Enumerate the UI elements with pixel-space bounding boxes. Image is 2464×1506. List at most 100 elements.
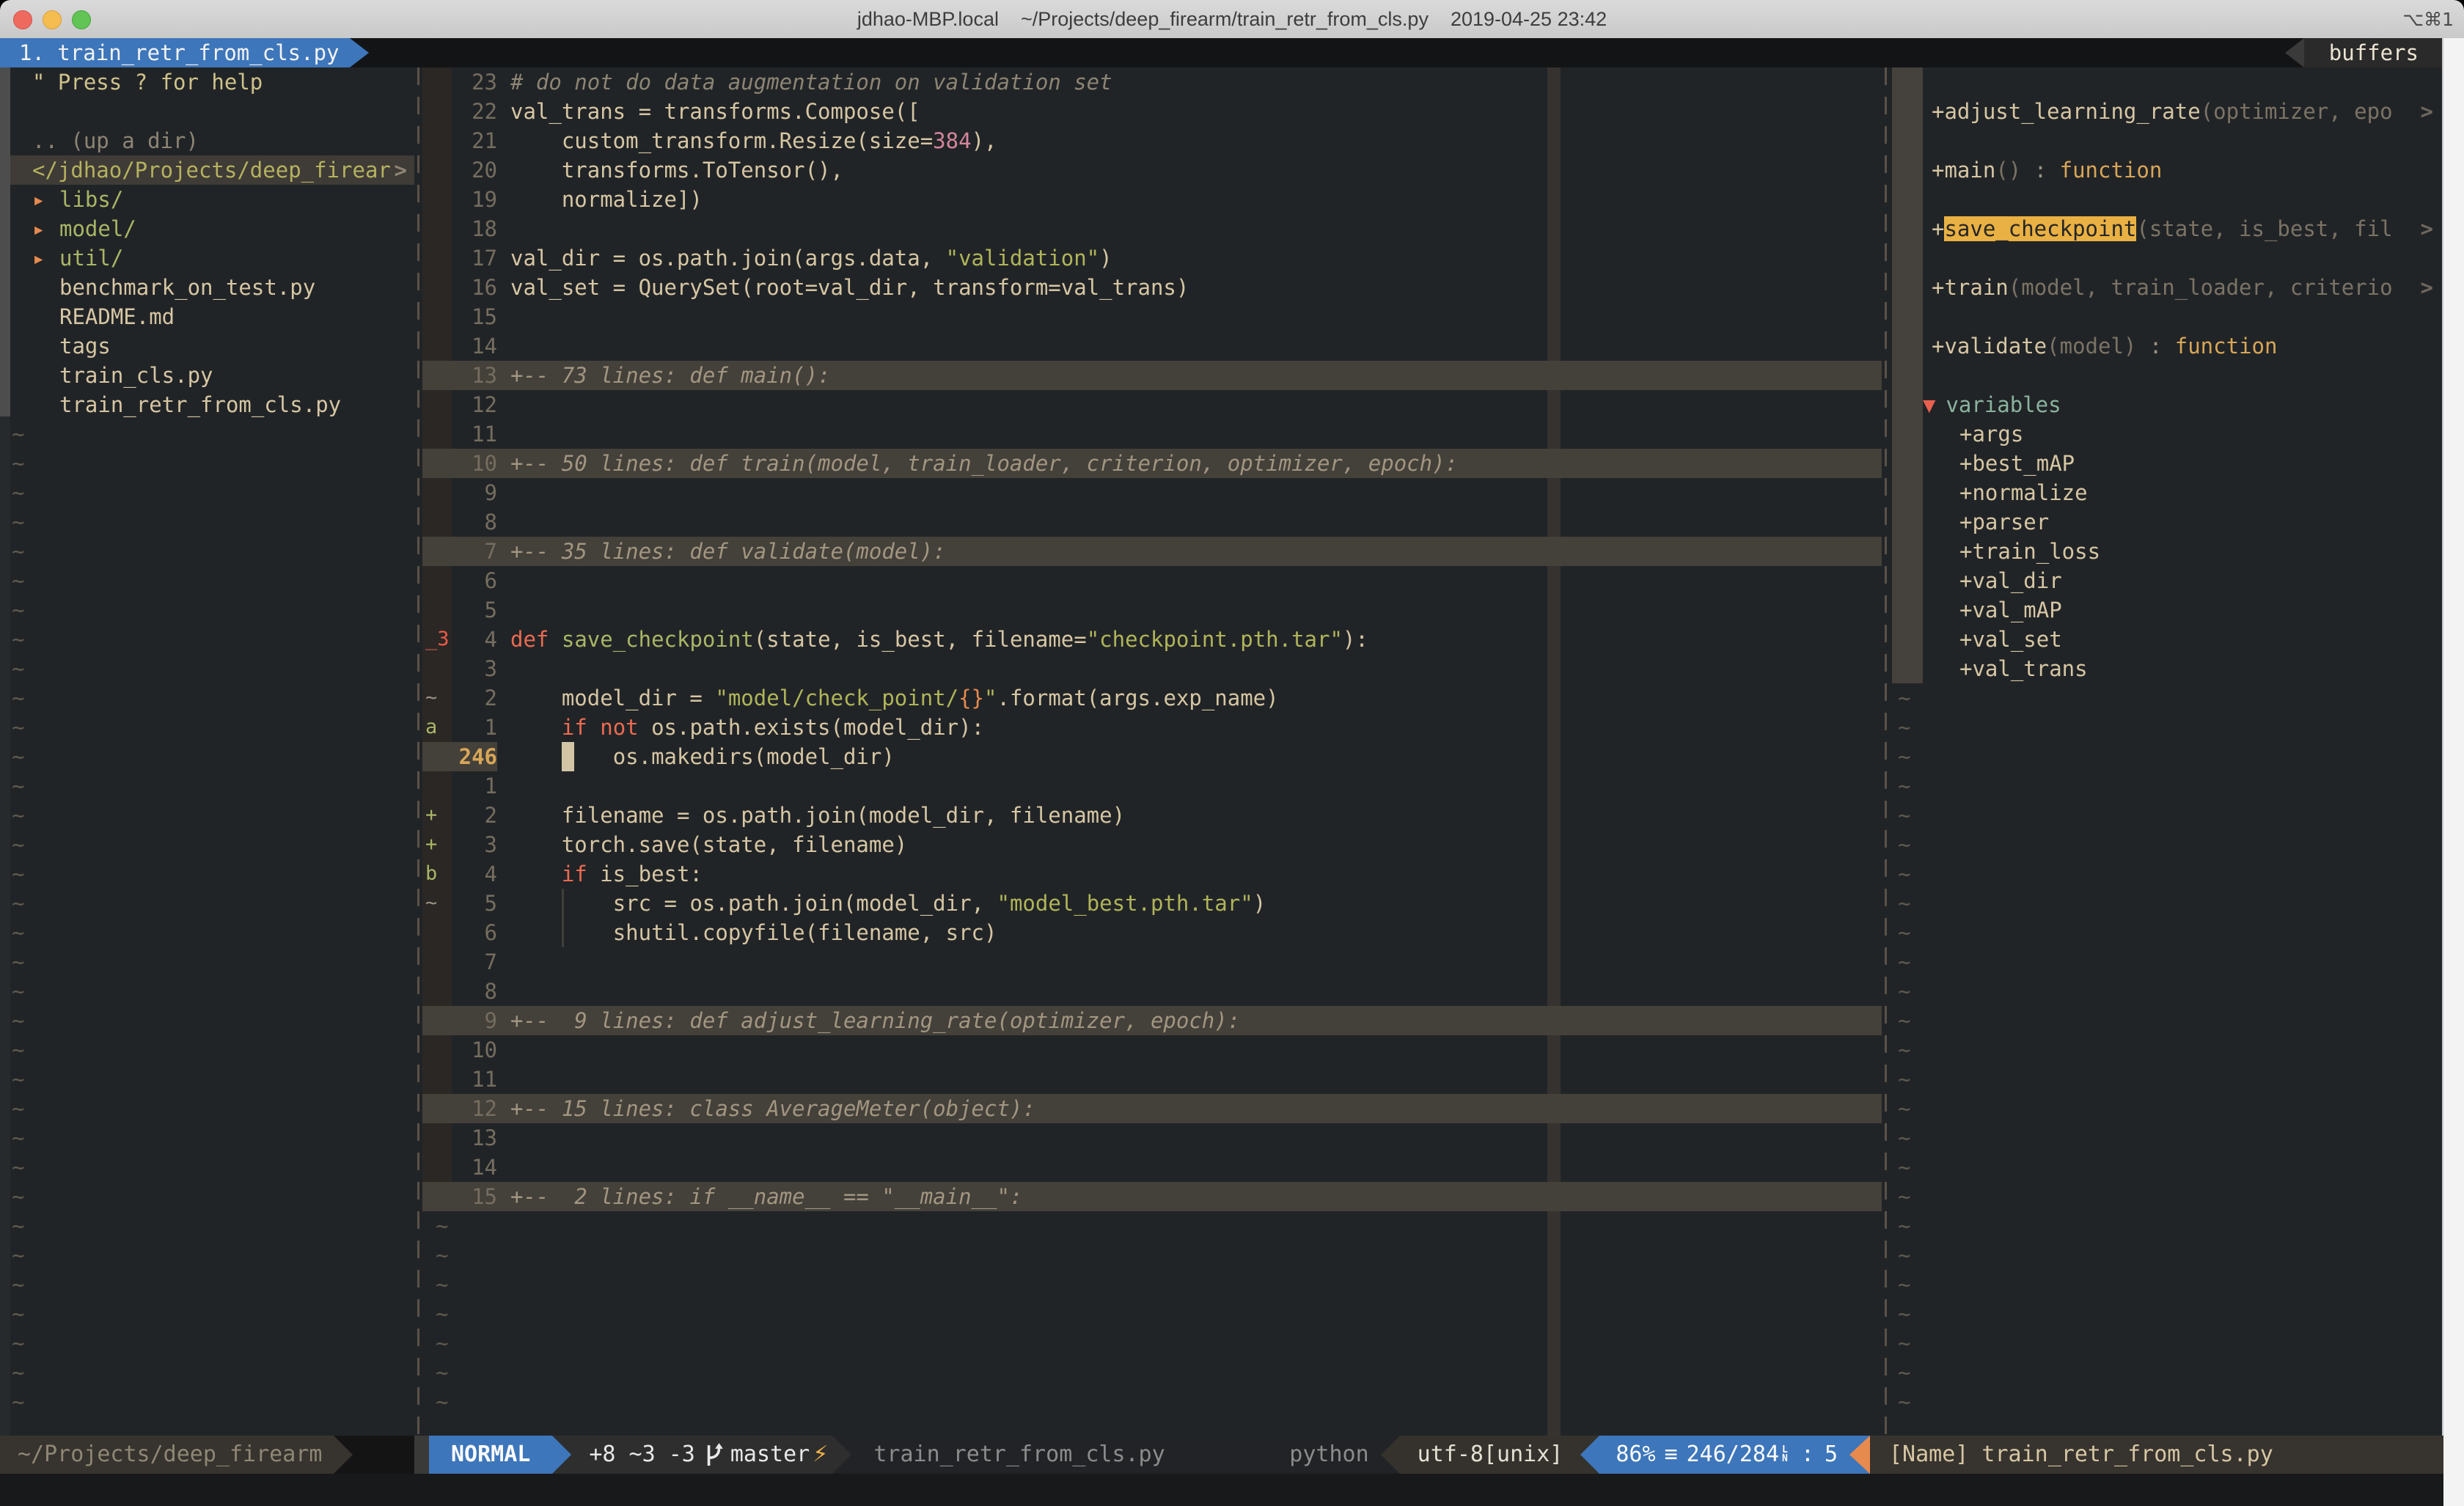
variable-name: +normalize (1959, 480, 2088, 505)
code-line[interactable]: 3 (422, 654, 1882, 683)
code-line[interactable]: ~2 model_dir = "model/check_point/{}".fo… (422, 683, 1882, 713)
empty-line-tilde: ~ (422, 1299, 1882, 1329)
code-line[interactable]: 10 (422, 1035, 1882, 1065)
tag-fold-prefix: + (1932, 275, 1944, 300)
tagbar-variable[interactable]: +args (1890, 419, 2443, 449)
tree-item-label: " Press ? for help (32, 70, 263, 95)
code-line[interactable]: b4 if is_best: (422, 859, 1882, 889)
window-separator-right[interactable] (1882, 67, 1890, 1436)
code-line[interactable]: 12 (422, 390, 1882, 419)
tree-item-label: train_retr_from_cls.py (59, 392, 341, 417)
code-line[interactable]: _34def save_checkpoint(state, is_best, f… (422, 625, 1882, 654)
tagbar-variable[interactable]: +best_mAP (1890, 449, 2443, 478)
tagbar-variable[interactable]: +train_loss (1890, 537, 2443, 566)
tree-item-file[interactable]: train_cls.py (0, 361, 414, 390)
command-line[interactable] (0, 1474, 2443, 1506)
empty-line-tilde: ~ (0, 419, 414, 449)
tree-item-dir[interactable]: ▸model/ (0, 214, 414, 243)
code-line[interactable]: ~5 src = os.path.join(model_dir, "model_… (422, 889, 1882, 918)
code-fold-line[interactable]: 13+-- 73 lines: def main(): (422, 361, 1882, 390)
filetype-indicator: python (1289, 1436, 1380, 1474)
left-scrollbar-trough[interactable] (0, 416, 10, 1436)
code-line[interactable]: 8 (422, 507, 1882, 537)
code-line[interactable]: 21 custom_transform.Resize(size=384), (422, 126, 1882, 155)
code-line[interactable]: 11 (422, 419, 1882, 449)
code-line[interactable]: 19 normalize]) (422, 185, 1882, 214)
code-line[interactable]: 5 (422, 595, 1882, 625)
code-line[interactable]: +3 torch.save(state, filename) (422, 830, 1882, 859)
tagbar-tag-validate[interactable]: +validate(model) : function (1890, 331, 2443, 361)
code-line[interactable]: a1 if not os.path.exists(model_dir): (422, 713, 1882, 742)
line-number: 22 (452, 97, 497, 126)
tagbar-variable[interactable]: +normalize (1890, 478, 2443, 507)
code-fold-line[interactable]: 12+-- 15 lines: class AverageMeter(objec… (422, 1094, 1882, 1123)
tagbar-variable[interactable]: +val_set (1890, 625, 2443, 654)
code-fold-line[interactable]: 15+-- 2 lines: if __name__ == "__main__"… (422, 1182, 1882, 1211)
tagbar-variable[interactable]: +val_trans (1890, 654, 2443, 683)
empty-line-tilde: ~ (1890, 801, 2443, 830)
empty-line-tilde: ~ (0, 449, 414, 478)
code-line[interactable]: 23# do not do data augmentation on valid… (422, 67, 1882, 97)
tree-item-file[interactable]: tags (0, 331, 414, 361)
code-line[interactable]: 15 (422, 302, 1882, 331)
left-scrollbar-thumb[interactable] (0, 67, 10, 416)
code-fold-line[interactable]: 9+-- 9 lines: def adjust_learning_rate(o… (422, 1006, 1882, 1035)
sign-column-cell (422, 1006, 452, 1035)
gutter-sign: ~ (422, 683, 452, 713)
tree-item-file[interactable]: train_retr_from_cls.py (0, 390, 414, 419)
sign-column-cell (422, 126, 452, 155)
tagbar-tag-save_checkpoint[interactable]: +save_checkpoint(state, is_best, fil> (1890, 214, 2443, 243)
empty-line-tilde: ~ (1890, 889, 2443, 918)
tree-item-dim[interactable]: .. (up a dir) (0, 126, 414, 155)
tree-item-file[interactable]: benchmark_on_test.py (0, 273, 414, 302)
tree-item-dir[interactable]: ▸util/ (0, 243, 414, 273)
tab-train-retr-from-cls[interactable]: 1. train_retr_from_cls.py (0, 38, 350, 67)
code-line[interactable]: 8 (422, 977, 1882, 1006)
powerline-arrow-icon (552, 1436, 571, 1474)
tagbar-tag-main[interactable]: +main() : function (1890, 155, 2443, 185)
tree-item-dir[interactable]: ▸libs/ (0, 185, 414, 214)
window-separator-left[interactable] (414, 67, 422, 1436)
code-editor: 23# do not do data augmentation on valid… (422, 67, 1882, 1436)
code-line[interactable]: 9 (422, 478, 1882, 507)
code-line[interactable]: 14 (422, 1153, 1882, 1182)
tagbar-header[interactable]: ▼variables (1890, 390, 2443, 419)
code-line[interactable]: 7 (422, 947, 1882, 977)
code-line[interactable]: 13 (422, 1123, 1882, 1153)
code-line[interactable]: +2 filename = os.path.join(model_dir, fi… (422, 801, 1882, 830)
tagbar-tag-adjust_learning_rate[interactable]: +adjust_learning_rate(optimizer, epo> (1890, 97, 2443, 126)
code-text (497, 214, 1882, 243)
code-text (497, 947, 1882, 977)
code-rows: 23# do not do data augmentation on valid… (422, 67, 1882, 1417)
tagbar-variable[interactable]: +val_mAP (1890, 595, 2443, 625)
code-line[interactable]: 17val_dir = os.path.join(args.data, "val… (422, 243, 1882, 273)
sign-column-cell (422, 331, 452, 361)
tree-item-root[interactable]: </jdhao/Projects/deep_firear> (0, 155, 414, 185)
tagbar-variable[interactable]: +parser (1890, 507, 2443, 537)
tagbar-tag-train[interactable]: +train(model, train_loader, criterio> (1890, 273, 2443, 302)
empty-line-tilde: ~ (1890, 1241, 2443, 1270)
code-fold-line[interactable]: 10+-- 50 lines: def train(model, train_l… (422, 449, 1882, 478)
code-line[interactable]: 246 os.makedirs(model_dir) (422, 742, 1882, 771)
code-line[interactable]: 18 (422, 214, 1882, 243)
tagbar-variable[interactable]: +val_dir (1890, 566, 2443, 595)
code-line[interactable]: 16val_set = QuerySet(root=val_dir, trans… (422, 273, 1882, 302)
code-line[interactable]: 14 (422, 331, 1882, 361)
empty-line-tilde: ~ (0, 478, 414, 507)
empty-line-tilde: ~ (1890, 1358, 2443, 1387)
code-line[interactable]: 1 (422, 771, 1882, 801)
code-line[interactable]: 11 (422, 1065, 1882, 1094)
tabline-buffers-label[interactable]: buffers (2304, 38, 2443, 67)
code-line[interactable]: 22val_trans = transforms.Compose([ (422, 97, 1882, 126)
statusline-git-section: +8 ~3 -3 master ⚡ (552, 1436, 832, 1474)
code-line[interactable]: 6 (422, 566, 1882, 595)
tree-item-file[interactable]: README.md (0, 302, 414, 331)
code-line[interactable]: 20 transforms.ToTensor(), (422, 155, 1882, 185)
tree-item-help[interactable]: " Press ? for help (0, 67, 414, 97)
fold-open-icon: ▼ (1923, 392, 1935, 417)
sign-column-cell (422, 507, 452, 537)
code-line[interactable]: 6 shutil.copyfile(filename, src) (422, 918, 1882, 947)
code-fold-line[interactable]: 7+-- 35 lines: def validate(model): (422, 537, 1882, 566)
right-scrollbar[interactable] (2442, 38, 2464, 1506)
line-number: 7 (452, 947, 497, 977)
